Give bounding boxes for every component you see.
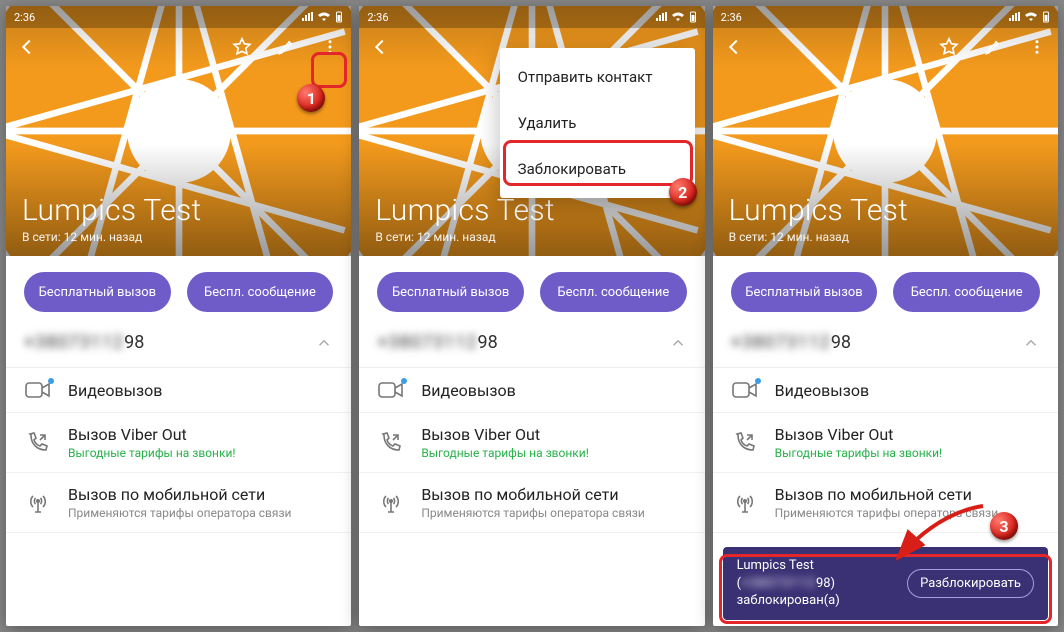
- video-icon: [24, 380, 52, 400]
- cellular-label: Вызов по мобильной сети: [68, 485, 291, 504]
- phone-row[interactable]: +3807311298: [359, 332, 704, 367]
- status-icons: [655, 11, 697, 23]
- video-call-row[interactable]: Видеовызов: [6, 368, 351, 413]
- last-seen: В сети: 12 мин. назад: [375, 230, 554, 244]
- status-time: 2:36: [721, 11, 742, 24]
- contact-name: Lumpics Test: [729, 193, 908, 228]
- status-time: 2:36: [14, 11, 35, 24]
- chevron-up-icon[interactable]: [1022, 334, 1040, 352]
- context-menu: Отправить контакт Удалить Заблокировать: [500, 48, 695, 198]
- status-time: 2:36: [367, 11, 388, 24]
- free-call-button[interactable]: Бесплатный вызов: [731, 272, 878, 312]
- cell-tower-icon: [731, 491, 759, 515]
- contact-name: Lumpics Test: [22, 193, 201, 228]
- phone-out-icon: [377, 431, 405, 455]
- video-call-label: Видеовызов: [68, 381, 162, 400]
- viber-out-row[interactable]: Вызов Viber OutВыгодные тарифы на звонки…: [713, 413, 1058, 473]
- screen-1: 2:36: [6, 6, 351, 626]
- phone-clear: 98: [124, 332, 144, 353]
- edit-icon[interactable]: [978, 32, 1008, 62]
- phone-out-icon: [24, 431, 52, 455]
- phone-row[interactable]: +3807311298: [713, 332, 1058, 367]
- viber-out-row[interactable]: Вызов Viber OutВыгодные тарифы на звонки…: [359, 413, 704, 473]
- free-call-button[interactable]: Бесплатный вызов: [24, 272, 171, 312]
- contact-header: Lumpics Test В сети: 12 мин. назад: [6, 6, 351, 256]
- video-icon: [731, 380, 759, 400]
- chevron-up-icon[interactable]: [315, 334, 333, 352]
- contact-name: Lumpics Test: [375, 193, 554, 228]
- status-icons: [301, 11, 343, 23]
- toast-line1: Lumpics Test: [737, 557, 840, 575]
- last-seen: В сети: 12 мин. назад: [22, 230, 201, 244]
- star-icon[interactable]: [934, 32, 964, 62]
- edit-icon[interactable]: [271, 32, 301, 62]
- screen-2: 2:36 Lumpics Test В сети: 12 мин. назад …: [359, 6, 704, 626]
- phone-out-icon: [731, 431, 759, 455]
- free-call-button[interactable]: Бесплатный вызов: [377, 272, 524, 312]
- cellular-row[interactable]: Вызов по мобильной сетиПрименяются тариф…: [713, 473, 1058, 533]
- viber-out-sub: Выгодные тарифы на звонки!: [68, 446, 235, 460]
- last-seen: В сети: 12 мин. назад: [729, 230, 908, 244]
- menu-delete[interactable]: Удалить: [500, 100, 695, 146]
- screen-3: 2:36 Lumpics Test В сети: 12 мин. назад: [713, 6, 1058, 626]
- video-call-row[interactable]: Видеовызов: [713, 368, 1058, 413]
- free-message-button[interactable]: Беспл. сообщение: [893, 272, 1040, 312]
- back-icon[interactable]: [719, 32, 749, 62]
- star-icon[interactable]: [227, 32, 257, 62]
- phone-row[interactable]: +3807311298: [6, 332, 351, 367]
- cell-tower-icon: [377, 491, 405, 515]
- cell-tower-icon: [24, 491, 52, 515]
- contact-header: Lumpics Test В сети: 12 мин. назад: [713, 6, 1058, 256]
- status-bar: 2:36: [713, 6, 1058, 28]
- phone-blurred: +38073112: [24, 332, 124, 353]
- free-message-button[interactable]: Беспл. сообщение: [187, 272, 334, 312]
- menu-send-contact[interactable]: Отправить контакт: [500, 54, 695, 100]
- more-icon[interactable]: [1022, 32, 1052, 62]
- back-icon[interactable]: [365, 32, 395, 62]
- toast-line3: заблокирован(а): [737, 592, 840, 610]
- viber-out-label: Вызов Viber Out: [68, 425, 235, 444]
- cellular-sub: Применяются тарифы оператора связи: [68, 506, 291, 520]
- video-icon: [377, 380, 405, 400]
- more-icon[interactable]: [315, 32, 345, 62]
- unblock-button[interactable]: Разблокировать: [907, 569, 1034, 598]
- status-bar: 2:36: [6, 6, 351, 28]
- menu-block[interactable]: Заблокировать: [500, 146, 695, 192]
- status-icons: [1008, 11, 1050, 23]
- viber-out-row[interactable]: Вызов Viber Out Выгодные тарифы на звонк…: [6, 413, 351, 473]
- cellular-row[interactable]: Вызов по мобильной сетиПрименяются тариф…: [359, 473, 704, 533]
- cellular-row[interactable]: Вызов по мобильной сети Применяются тари…: [6, 473, 351, 533]
- blocked-toast: Lumpics Test (+3807311298) заблокирован(…: [723, 547, 1048, 620]
- free-message-button[interactable]: Беспл. сообщение: [540, 272, 687, 312]
- status-bar: 2:36: [359, 6, 704, 28]
- chevron-up-icon[interactable]: [669, 334, 687, 352]
- video-call-row[interactable]: Видеовызов: [359, 368, 704, 413]
- back-icon[interactable]: [12, 32, 42, 62]
